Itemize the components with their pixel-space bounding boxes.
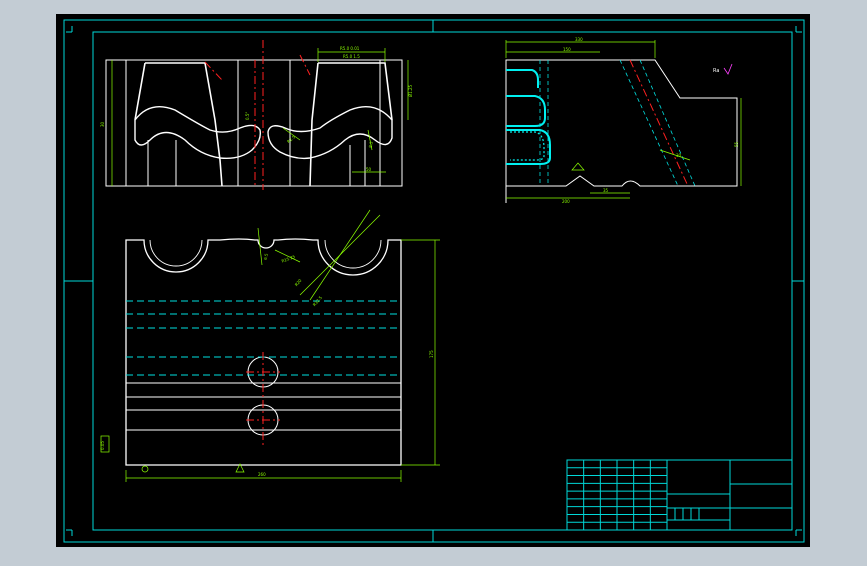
plan-stamp: 0.05: [100, 441, 105, 450]
front-dim-top-a: R5.0 0.01: [340, 46, 360, 51]
plan-dim-height: 175: [429, 350, 434, 358]
side-roughness-note: Ra: [713, 68, 719, 74]
drawing-canvas: R5.0 0.01 R5.0 1.5 30 Ø1.25 0.5° 50 R2.5…: [56, 14, 810, 547]
side-dim-bottom-left: 200: [562, 199, 570, 204]
side-dim-bottom-mid: 35: [603, 188, 609, 193]
cad-drawing-viewport[interactable]: R5.0 0.01 R5.0 1.5 30 Ø1.25 0.5° 50 R2.5…: [0, 0, 867, 562]
front-dim-angle: 0.5°: [245, 112, 250, 120]
side-dim-angle: 30: [676, 153, 682, 158]
front-dim-top-b: R5.0 1.5: [343, 54, 360, 59]
side-dim-top-inner: 150: [563, 47, 571, 52]
plan-dim-width: 260: [258, 472, 266, 477]
front-dim-bottom-right: 50: [366, 167, 372, 172]
side-dim-right: 55: [734, 141, 739, 147]
front-dim-left: 30: [100, 121, 105, 127]
drawing-sheet: [56, 14, 810, 547]
front-dim-right: Ø1.25: [408, 84, 413, 97]
side-dim-top: 330: [575, 37, 583, 42]
